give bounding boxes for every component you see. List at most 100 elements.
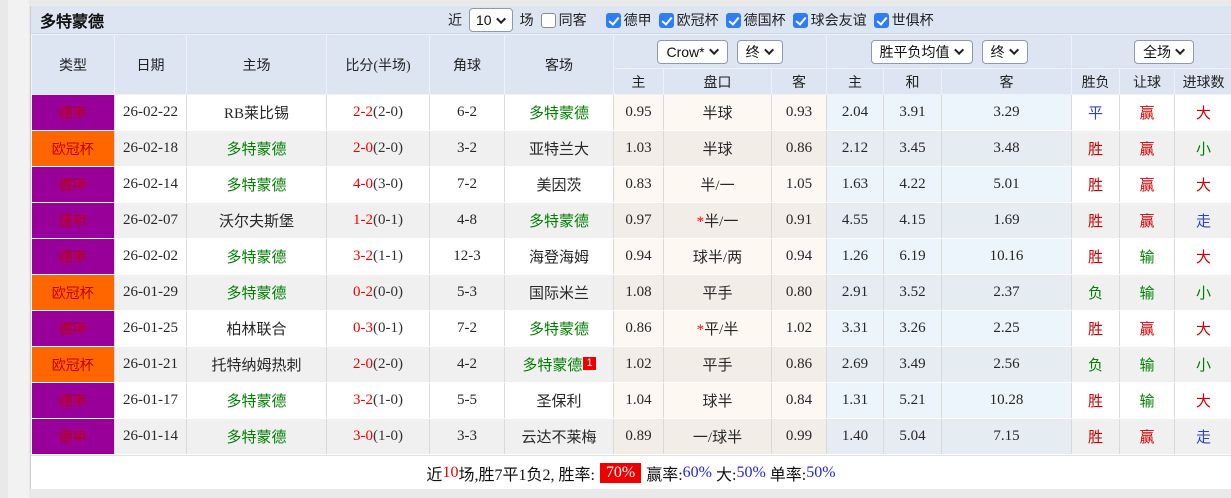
filter-club-friendly[interactable]: 球会友谊 [792, 10, 867, 30]
handicap-state-value: 终 [745, 43, 760, 60]
bookmaker-select[interactable]: Crow* [657, 39, 728, 64]
home-team-name[interactable]: RB莱比锡 [224, 106, 289, 122]
col-ah-line: 盘口 [663, 68, 772, 95]
scope-select[interactable]: 全场 [1134, 39, 1195, 64]
score-cell: 0-3(0-1) [326, 310, 430, 347]
eu-draw-odds: 3.91 [883, 94, 943, 131]
home-team[interactable]: 柏林联合 [186, 310, 327, 347]
home-team[interactable]: RB莱比锡 [186, 94, 327, 131]
league-badge: 德甲 [31, 418, 115, 455]
filter-dfb-pokal[interactable]: 德国杯 [725, 10, 786, 30]
away-team-name[interactable]: 多特蒙德 [522, 358, 582, 374]
europe-state-select[interactable]: 终 [981, 39, 1028, 64]
league-badge: 德甲 [31, 94, 115, 131]
away-team[interactable]: 云达不莱梅 [504, 418, 614, 455]
home-team[interactable]: 多特蒙德 [186, 238, 327, 275]
away-team[interactable]: 国际米兰 [504, 274, 614, 311]
ah-home-odds: 0.86 [613, 310, 664, 347]
away-team-name[interactable]: 云达不莱梅 [521, 430, 596, 446]
checkbox-icon[interactable] [658, 12, 674, 28]
home-team-name[interactable]: 多特蒙德 [226, 250, 286, 266]
goals-result: 走 [1174, 418, 1231, 455]
half-time-score: (1-1) [373, 248, 403, 264]
ah-line: 球半/两 [663, 238, 772, 275]
checkbox-icon[interactable] [873, 12, 889, 28]
away-team[interactable]: 多特蒙德 [504, 310, 614, 347]
home-team-name[interactable]: 柏林联合 [226, 322, 286, 338]
ah-line-text: 平/半 [704, 322, 739, 338]
away-team[interactable]: 多特蒙德 [504, 202, 614, 239]
away-team[interactable]: 海登海姆 [504, 238, 614, 275]
checkbox-icon[interactable] [605, 12, 621, 28]
home-team[interactable]: 多特蒙德 [186, 166, 327, 203]
filter-club-world-cup[interactable]: 世俱杯 [873, 10, 934, 30]
page-left-gutter [8, 0, 29, 498]
away-team-name[interactable]: 国际米兰 [529, 286, 589, 302]
half-time-score: (2-0) [373, 104, 403, 120]
away-team-name[interactable]: 圣保利 [536, 394, 581, 410]
home-team[interactable]: 多特蒙德 [186, 382, 327, 419]
away-team-name[interactable]: 多特蒙德 [529, 214, 589, 230]
winloss-text: 负 [1088, 286, 1104, 302]
winloss-text: 胜 [1088, 430, 1104, 446]
ah-home-odds: 0.94 [613, 238, 664, 275]
home-team[interactable]: 沃尔夫斯堡 [186, 202, 327, 239]
home-team[interactable]: 多特蒙德 [186, 418, 327, 455]
chevron-down-icon [1175, 45, 1186, 56]
score-cell: 4-0(3-0) [326, 166, 430, 203]
handicap-text: 赢 [1139, 178, 1155, 194]
match-date: 26-02-18 [114, 130, 187, 167]
away-team[interactable]: 多特蒙德 [504, 94, 614, 131]
eu-draw-odds: 5.04 [883, 418, 943, 455]
filter-same-away[interactable]: 同客 [540, 10, 587, 30]
europe-state-value: 终 [990, 43, 1005, 60]
ah-away-odds: 0.99 [771, 418, 828, 455]
eu-draw-odds: 3.26 [883, 310, 943, 347]
europe-odds-select[interactable]: 胜平负均值 [870, 39, 973, 64]
home-team-name[interactable]: 多特蒙德 [226, 286, 286, 302]
home-team-name[interactable]: 沃尔夫斯堡 [219, 214, 294, 230]
filter-bundesliga[interactable]: 德甲 [605, 10, 652, 30]
match-date: 26-01-21 [114, 346, 187, 383]
table-row: 德甲 26-01-17 多特蒙德 3-2(1-0) 5-5 圣保利 1.04 球… [31, 382, 1231, 419]
home-team-name[interactable]: 多特蒙德 [226, 394, 286, 410]
home-team[interactable]: 多特蒙德 [186, 274, 327, 311]
eu-away-odds: 10.16 [941, 238, 1073, 275]
ah-home-odds: 1.02 [613, 346, 664, 383]
away-team-name[interactable]: 多特蒙德 [529, 322, 589, 338]
home-team-name[interactable]: 托特纳姆热刺 [211, 358, 301, 374]
away-team-name[interactable]: 多特蒙德 [529, 106, 589, 122]
checkbox-icon[interactable] [540, 12, 556, 28]
eu-away-odds: 10.28 [941, 382, 1073, 419]
away-team-name[interactable]: 亚特兰大 [529, 142, 589, 158]
big-label: 大: [712, 466, 737, 484]
home-team-name[interactable]: 多特蒙德 [226, 142, 286, 158]
away-team-name[interactable]: 海登海姆 [529, 250, 589, 266]
full-time-score: 1-2 [353, 212, 373, 228]
ah-home-odds: 1.04 [613, 382, 664, 419]
away-team[interactable]: 亚特兰大 [504, 130, 614, 167]
winloss-result: 胜 [1071, 310, 1121, 347]
away-team[interactable]: 多特蒙德 1 [504, 346, 614, 383]
league-badge: 欧冠杯 [31, 346, 115, 383]
score-cell: 3-2(1-1) [326, 238, 430, 275]
home-team-name[interactable]: 多特蒙德 [226, 178, 286, 194]
handicap-text: 输 [1139, 286, 1155, 302]
away-team-name[interactable]: 美因茨 [536, 178, 581, 194]
ah-line: 一/球半 [663, 418, 772, 455]
home-team-name[interactable]: 多特蒙德 [226, 430, 286, 446]
home-team[interactable]: 托特纳姆热刺 [186, 346, 327, 383]
home-team[interactable]: 多特蒙德 [186, 130, 327, 167]
winloss-result: 胜 [1071, 382, 1121, 419]
eu-draw-odds: 6.19 [883, 238, 943, 275]
away-team[interactable]: 美因茨 [504, 166, 614, 203]
checkbox-icon[interactable] [792, 12, 808, 28]
filter-champions-league[interactable]: 欧冠杯 [658, 10, 719, 30]
score-cell: 2-2(2-0) [326, 94, 430, 131]
away-team[interactable]: 圣保利 [504, 382, 614, 419]
corner-count: 12-3 [429, 238, 505, 275]
recent-count-select[interactable]: 10 [469, 8, 513, 32]
checkbox-icon[interactable] [725, 12, 741, 28]
panel-header: 多特蒙德 近 10 场 同客 德甲 欧冠杯 德国杯 球会友谊 世俱杯 [31, 6, 1231, 34]
handicap-state-select[interactable]: 终 [736, 39, 783, 64]
